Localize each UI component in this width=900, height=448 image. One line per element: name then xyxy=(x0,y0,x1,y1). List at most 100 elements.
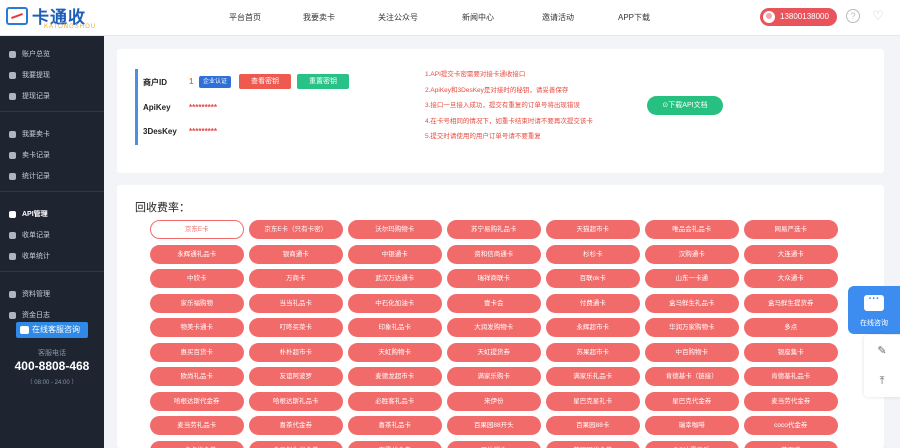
rate-card-chip[interactable]: 京东E卡 xyxy=(150,220,244,239)
rate-card-chip[interactable]: 杉杉卡 xyxy=(546,244,640,264)
rate-card-chip[interactable]: 苏宁易购礼品卡 xyxy=(447,220,541,239)
rate-card-chip[interactable]: 必胜客礼品卡 xyxy=(348,391,442,411)
user-account-button[interactable]: 13800138000 xyxy=(760,8,837,26)
rate-card-chip[interactable]: 多点 xyxy=(744,318,838,337)
rate-card-chip[interactable]: 麦当劳礼品卡 xyxy=(150,416,244,435)
rate-card-chip[interactable]: 大众通卡 xyxy=(744,269,838,288)
rate-card-chip[interactable]: 中石化加油卡 xyxy=(348,293,442,313)
sidebar-item-sell-records[interactable]: 卖卡记录 xyxy=(0,145,104,166)
rate-card-chip[interactable]: DQ冰雪皇后 xyxy=(645,440,739,448)
rate-card-chip[interactable]: 来伊份 xyxy=(447,391,541,411)
rate-card-chip[interactable]: 大连通卡 xyxy=(744,244,838,264)
rate-card-chip[interactable]: 银商通卡 xyxy=(249,244,343,264)
rate-card-chip[interactable]: 付费通卡 xyxy=(546,293,640,313)
rate-card-chip[interactable]: 百果园88卡 xyxy=(546,416,640,435)
heart-icon[interactable]: ♡ xyxy=(871,9,885,23)
rate-card-chip[interactable]: 茶百道 xyxy=(744,440,838,448)
rate-card-chip[interactable]: 大润发购物卡 xyxy=(447,318,541,337)
api-info-card: 商户ID 1 企业认证 查看密钥 重置密钥 ApiKey ********* 3… xyxy=(117,49,884,173)
rate-card-chip[interactable]: 银座集卡 xyxy=(744,342,838,362)
nav-invite[interactable]: 邀请活动 xyxy=(518,0,598,36)
nav-home[interactable]: 平台首页 xyxy=(210,0,280,36)
sidebar-item-api-management[interactable]: API管理 xyxy=(0,204,104,225)
back-to-top-icon[interactable]: ⤒ xyxy=(864,368,900,394)
rate-card-chip[interactable]: 哈根达斯礼品卡 xyxy=(249,391,343,411)
float-consult-button[interactable]: 在线咨询 xyxy=(848,286,900,334)
view-key-button[interactable]: 查看密钥 xyxy=(239,74,291,89)
rate-card-chip[interactable]: 永辉超市卡 xyxy=(546,318,640,337)
rate-card-chip[interactable]: 天虹购物卡 xyxy=(348,342,442,362)
nav-follow-account[interactable]: 关注公众号 xyxy=(358,0,438,36)
rate-card-chip[interactable]: 满家乐礼品卡 xyxy=(546,367,640,386)
rate-card-chip[interactable]: 汉购通卡 xyxy=(645,244,739,264)
rate-card-chip[interactable]: 盒马鲜生礼品卡 xyxy=(645,293,739,313)
rate-card-chip[interactable]: 肯德基礼品卡 xyxy=(744,367,838,386)
sidebar-item-account-overview[interactable]: 账户总览 xyxy=(0,44,104,65)
rate-card-chip[interactable]: 满家乐购卡 xyxy=(447,367,541,386)
rate-card-chip[interactable]: 哈根达斯代金券 xyxy=(150,391,244,411)
rate-card-chip[interactable]: 麦德龙超市卡 xyxy=(348,367,442,386)
sidebar-item-order-records[interactable]: 收单记录 xyxy=(0,225,104,246)
rate-card-chip[interactable]: 肯德基卡（链接） xyxy=(645,367,739,386)
rate-card-chip[interactable]: 奈雪代金券 xyxy=(348,440,442,448)
rate-card-chip[interactable]: 中欣卡 xyxy=(150,269,244,288)
rate-card-chip[interactable]: 当当礼品卡 xyxy=(249,293,343,313)
rate-card-chip[interactable]: 沃尔玛购物卡 xyxy=(348,220,442,239)
rate-card-chip[interactable]: 星巴克星礼卡 xyxy=(546,391,640,411)
enterprise-verified-badge: 企业认证 xyxy=(199,76,232,88)
rate-card-chip[interactable]: 盒马鲜生提货券 xyxy=(744,293,838,313)
rate-card-chip[interactable]: 天虹提货券 xyxy=(447,342,541,362)
rate-card-chip[interactable]: 惠买百货卡 xyxy=(150,342,244,362)
logo-icon xyxy=(6,7,28,25)
rate-card-chip[interactable]: 永辉通礼品卡 xyxy=(150,244,244,264)
logo[interactable]: 卡通收 KATONGSHOU xyxy=(6,3,106,33)
rate-card-chip[interactable]: 天猫超市卡 xyxy=(546,220,640,239)
edit-icon[interactable]: ✎ xyxy=(864,338,900,364)
rate-card-chip[interactable]: 壹卡会 xyxy=(447,293,541,313)
nav-news[interactable]: 新闻中心 xyxy=(438,0,518,36)
rate-card-chip[interactable]: 网易严选卡 xyxy=(744,220,838,239)
rate-card-chip[interactable]: 中银通卡 xyxy=(348,244,442,264)
rate-card-chip[interactable]: 友谊阿波罗 xyxy=(249,367,343,386)
rate-card-chip[interactable]: 一点点代金券 xyxy=(150,440,244,448)
rate-card-chip[interactable]: 叮咚买菜卡 xyxy=(249,318,343,337)
rate-card-chip[interactable]: 喜茶代金券 xyxy=(249,416,343,435)
rate-card-chip[interactable]: 苏果超市卡 xyxy=(546,342,640,362)
sidebar-item-withdraw-records[interactable]: 提现记录 xyxy=(0,86,104,107)
rate-card-chip[interactable]: 百果园88开头 xyxy=(447,416,541,435)
download-api-doc-button[interactable]: ⊙下载API文档 xyxy=(647,96,723,115)
rate-card-chip[interactable]: 华润万家购物卡 xyxy=(645,318,739,337)
rate-card-chip[interactable]: 资和信商通卡 xyxy=(447,244,541,264)
rate-card-chip[interactable]: 盒马鲜生代金券 xyxy=(249,440,343,448)
sidebar-item-profile[interactable]: 资料管理 xyxy=(0,284,104,305)
rate-card-chip[interactable]: 山东一卡通 xyxy=(645,269,739,288)
rate-card-chip[interactable]: 喜茶礼品卡 xyxy=(348,416,442,435)
sidebar-item-withdraw[interactable]: 我要提现 xyxy=(0,65,104,86)
nav-app-download[interactable]: APP下载 xyxy=(598,0,670,36)
rate-card-chip[interactable]: coco代金券 xyxy=(744,416,838,435)
sidebar-item-order-stats[interactable]: 收单统计 xyxy=(0,246,104,267)
rate-card-chip[interactable]: 万商卡 xyxy=(249,269,343,288)
rate-card-chip[interactable]: 京东E卡（只有卡密） xyxy=(249,220,343,239)
reset-key-button[interactable]: 重置密钥 xyxy=(297,74,349,89)
rate-card-chip[interactable]: 巴比馒头 xyxy=(447,440,541,448)
online-support-button[interactable]: 在线客服咨询 xyxy=(16,322,88,338)
nav-sell-card[interactable]: 我要卖卡 xyxy=(280,0,358,36)
sidebar-item-statistics[interactable]: 统计记录 xyxy=(0,166,104,187)
rate-card-chip[interactable]: 欧尚礼品卡 xyxy=(150,367,244,386)
rate-card-chip[interactable]: 瑞祥商联卡 xyxy=(447,269,541,288)
help-icon[interactable]: ? xyxy=(846,9,860,23)
rate-card-chip[interactable]: 朴朴超市卡 xyxy=(249,342,343,362)
sidebar-item-sell-card[interactable]: 我要卖卡 xyxy=(0,124,104,145)
rate-card-chip[interactable]: 武汉万达通卡 xyxy=(348,269,442,288)
rate-card-chip[interactable]: 唯品会礼品卡 xyxy=(645,220,739,239)
rate-card-chip[interactable]: 瑞幸咖啡 xyxy=(645,416,739,435)
rate-card-chip[interactable]: 美团网代金券 xyxy=(546,440,640,448)
rate-card-chip[interactable]: 中百购物卡 xyxy=(645,342,739,362)
rate-card-chip[interactable]: 百联ok卡 xyxy=(546,269,640,288)
rate-card-chip[interactable]: 麦当劳代金券 xyxy=(744,391,838,411)
rate-card-chip[interactable]: 星巴克代金券 xyxy=(645,391,739,411)
rate-card-chip[interactable]: 印象礼品卡 xyxy=(348,318,442,337)
rate-card-chip[interactable]: 家乐福购物 xyxy=(150,293,244,313)
rate-card-chip[interactable]: 物美卡通卡 xyxy=(150,318,244,337)
